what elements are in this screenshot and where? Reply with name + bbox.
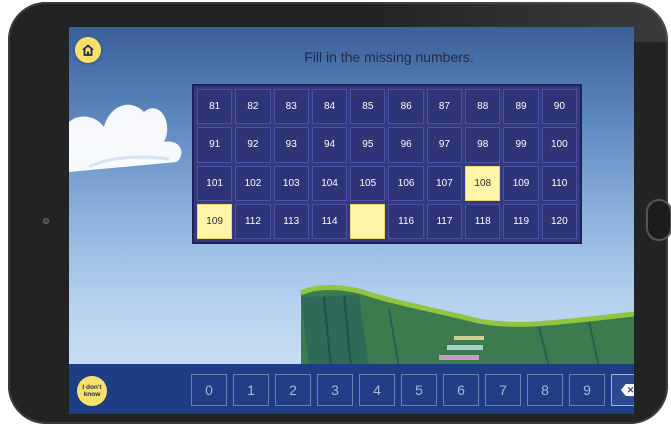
device-home-button[interactable]: [646, 199, 671, 241]
grid-cell: 100: [541, 127, 577, 163]
grid-cell: 109: [503, 165, 539, 201]
grid-cell: 112: [235, 203, 271, 239]
grid-cell: 120: [541, 203, 577, 239]
key-8[interactable]: 8: [527, 374, 563, 406]
key-4[interactable]: 4: [359, 374, 395, 406]
grid-cell: 89: [503, 89, 539, 125]
grid-cell: 106: [388, 165, 424, 201]
key-1[interactable]: 1: [233, 374, 269, 406]
bottom-toolbar: I don't know 0 1 2 3 4 5 6 7 8 9 ✕: [69, 364, 634, 414]
grid-cell[interactable]: 109: [197, 203, 233, 239]
grid-cell: 86: [388, 89, 424, 125]
grid-cell: 105: [350, 165, 386, 201]
key-6[interactable]: 6: [443, 374, 479, 406]
grid-cell: 98: [465, 127, 501, 163]
grid-cell: 116: [388, 203, 424, 239]
grid-cell: 103: [273, 165, 309, 201]
number-grid: 81 82 83 84 85 86 87 88 89 90 91 92 93 94 95 96 97 98 99 10…: [192, 84, 582, 244]
grid-cell: 82: [235, 89, 271, 125]
grid-cell: 117: [426, 203, 463, 239]
grid-cell: 101: [197, 165, 233, 201]
grid-cell: 118: [465, 203, 501, 239]
camera-dot: [43, 218, 49, 224]
grid-cell-blank[interactable]: [350, 203, 386, 239]
key-5[interactable]: 5: [401, 374, 437, 406]
grid-cell: 104: [311, 165, 348, 201]
key-0[interactable]: 0: [191, 374, 227, 406]
tablet-device: Fill in the missing numbers. 81 82 83 84 85 8…: [8, 2, 671, 424]
grid-cell: 113: [273, 203, 309, 239]
home-icon: [82, 44, 94, 56]
grid-cell: 107: [426, 165, 463, 201]
backspace-button[interactable]: ✕: [611, 374, 634, 406]
backspace-icon: ✕: [621, 384, 634, 396]
key-7[interactable]: 7: [485, 374, 521, 406]
key-2[interactable]: 2: [275, 374, 311, 406]
grid-cell: 94: [311, 127, 348, 163]
grid-cell: 93: [273, 127, 309, 163]
grid-cell: 114: [311, 203, 348, 239]
app-screen: Fill in the missing numbers. 81 82 83 84 85 8…: [69, 27, 634, 414]
grid-cell: 97: [426, 127, 463, 163]
grid-cell: 81: [197, 89, 233, 125]
number-keypad: 0 1 2 3 4 5 6 7 8 9 ✕: [191, 374, 634, 406]
grid-cell: 96: [388, 127, 424, 163]
grid-cell: 88: [465, 89, 501, 125]
grid-cell: 102: [235, 165, 271, 201]
grid-cell: 92: [235, 127, 271, 163]
grid-cell: 85: [350, 89, 386, 125]
key-3[interactable]: 3: [317, 374, 353, 406]
home-button[interactable]: [75, 37, 101, 63]
grid-cell: 91: [197, 127, 233, 163]
grid-cell: 87: [426, 89, 463, 125]
grid-cell: 99: [503, 127, 539, 163]
grid-cell[interactable]: 108: [465, 165, 501, 201]
key-9[interactable]: 9: [569, 374, 605, 406]
grid-cell: 119: [503, 203, 539, 239]
instruction-text: Fill in the missing numbers.: [304, 49, 474, 65]
grid-cell: 90: [541, 89, 577, 125]
grid-cell: 83: [273, 89, 309, 125]
grid-cell: 84: [311, 89, 348, 125]
grid-cell: 95: [350, 127, 386, 163]
i-dont-know-button[interactable]: I don't know: [77, 376, 107, 406]
grid-cell: 110: [541, 165, 577, 201]
